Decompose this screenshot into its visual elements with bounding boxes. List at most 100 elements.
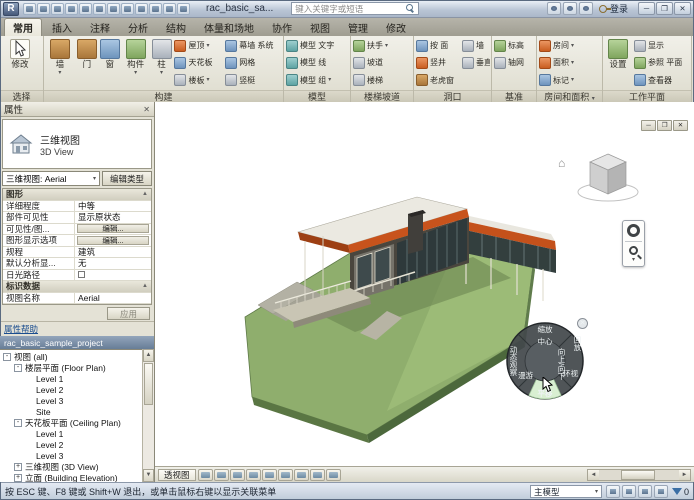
tag-icon[interactable] [121, 3, 134, 15]
wheel-walk-label[interactable]: 漫游 [518, 372, 533, 380]
collapse-icon[interactable]: ▲ [142, 283, 148, 289]
property-group-header[interactable]: 图形▲ [3, 189, 151, 201]
model-group-button[interactable]: 模型 组▾ [285, 72, 348, 88]
zoom-tool-button[interactable]: ▾ [624, 246, 643, 263]
tab-插入[interactable]: 插入 [44, 19, 80, 36]
panel-label-model[interactable]: 模型 [284, 90, 350, 102]
wall-button[interactable]: 墙 ▾ [45, 37, 75, 89]
property-row[interactable]: 默认分析显...无 [3, 258, 151, 270]
panel-label-opening[interactable]: 洞口 [414, 90, 491, 102]
model-line-button[interactable]: 模型 线 [285, 55, 348, 71]
shaft-opening-button[interactable]: 竖井 [415, 55, 460, 71]
scroll-left-icon[interactable]: ◄ [588, 470, 599, 480]
show-crop-region-icon[interactable] [294, 469, 309, 481]
ref-plane-button[interactable]: 参照 平面 [633, 55, 688, 71]
open-icon[interactable] [23, 3, 36, 15]
maximize-button[interactable]: ❐ [656, 2, 673, 15]
railing-button[interactable]: 扶手▾ [352, 38, 411, 54]
drawing-area[interactable]: ─❐✕ ⌂ ▾ [155, 102, 694, 482]
view-scale[interactable]: 透视图 [158, 469, 196, 481]
tree-expander-icon[interactable]: - [14, 419, 22, 427]
browser-scrollbar[interactable]: ▲ ▼ [142, 349, 154, 482]
tree-item[interactable]: Level 1 [0, 373, 154, 384]
help-icon[interactable] [579, 2, 593, 15]
panel-label-work-plane[interactable]: 工作平面 [603, 90, 691, 102]
sign-in-button[interactable]: 登录 [595, 2, 632, 15]
wheel-zoom-label[interactable]: 缩放 [538, 326, 553, 334]
section-icon[interactable] [149, 3, 162, 15]
tab-分析[interactable]: 分析 [120, 19, 156, 36]
tab-协作[interactable]: 协作 [264, 19, 300, 36]
scrollbar-thumb[interactable] [144, 363, 153, 405]
sun-path-icon[interactable] [230, 469, 245, 481]
floor-button[interactable]: 楼板▾ [173, 72, 223, 88]
stair-button[interactable]: 楼梯 [352, 72, 411, 88]
level-button[interactable]: 标高 [493, 38, 534, 54]
save-icon[interactable] [37, 3, 50, 15]
wheel-center-label[interactable]: 中心 [538, 338, 553, 346]
wall-opening-button[interactable]: 墙 [461, 38, 490, 54]
sun-path-checkbox[interactable] [78, 271, 85, 278]
hscroll-track[interactable] [599, 470, 679, 480]
tab-结构[interactable]: 结构 [158, 19, 194, 36]
tree-expander-icon[interactable]: + [14, 463, 22, 471]
property-row[interactable]: 图形显示选项编辑... [3, 235, 151, 247]
tree-item[interactable]: Level 2 [0, 384, 154, 395]
ramp-button[interactable]: 坡道 [352, 55, 411, 71]
tree-expander-icon[interactable]: - [14, 364, 22, 372]
tree-item[interactable]: -视图 (all) [0, 351, 154, 362]
property-value[interactable]: 编辑... [77, 224, 149, 233]
communication-center-icon[interactable] [547, 2, 561, 15]
close-button[interactable]: ✕ [674, 2, 691, 15]
tab-管理[interactable]: 管理 [340, 19, 376, 36]
sync-icon[interactable] [51, 3, 64, 15]
tree-item[interactable]: +立面 (Building Elevation) [0, 472, 154, 482]
vertical-opening-button[interactable]: 垂直 [461, 55, 490, 71]
column-button[interactable]: 柱 ▾ [151, 37, 173, 89]
panel-label-room-area[interactable]: 房间和面积 ▾ [537, 90, 602, 102]
properties-header[interactable]: 属性 ✕ [0, 102, 154, 117]
area-button[interactable]: 面积▾ [538, 55, 600, 71]
detail-level-icon[interactable] [198, 469, 213, 481]
wheel-close-icon[interactable]: ✕ [577, 318, 588, 329]
show-rendering-dialog-icon[interactable] [262, 469, 277, 481]
scroll-right-icon[interactable]: ► [679, 470, 690, 480]
minimize-button[interactable]: ─ [638, 2, 655, 15]
tree-item[interactable]: Level 1 [0, 428, 154, 439]
property-row[interactable]: 可见性/图...编辑... [3, 224, 151, 236]
property-value[interactable]: 显示原状态 [75, 212, 151, 223]
steering-wheel[interactable]: 缩放 中心 动态观察 回放 环视 漫游 向上/向下 平移 ✕ [505, 321, 585, 401]
selection-filter[interactable]: 0 [672, 487, 689, 497]
tree-item[interactable]: -天花板平面 (Ceiling Plan) [0, 417, 154, 428]
close-properties-icon[interactable]: ✕ [143, 105, 150, 114]
panel-label-datum[interactable]: 基准 [492, 90, 536, 102]
tree-item[interactable]: +三维视图 (3D View) [0, 461, 154, 472]
component-button[interactable]: 构件 ▾ [122, 37, 150, 89]
tab-视图[interactable]: 视图 [302, 19, 338, 36]
property-row[interactable]: 视图名称Aerial [3, 293, 151, 305]
room-button[interactable]: 房间▾ [538, 38, 600, 54]
exclude-options-icon[interactable] [638, 485, 652, 498]
tab-注释[interactable]: 注释 [82, 19, 118, 36]
home-icon[interactable]: ⌂ [558, 156, 565, 170]
model-text-button[interactable]: 模型 文字 [285, 38, 348, 54]
property-value[interactable]: 中等 [75, 201, 151, 212]
measure-icon[interactable] [107, 3, 120, 15]
undo-icon[interactable] [65, 3, 78, 15]
tree-expander-icon[interactable]: - [3, 353, 11, 361]
door-button[interactable]: 门 [76, 37, 98, 89]
type-selector[interactable]: 三维视图: Aerial ▾ [2, 171, 100, 186]
collapse-icon[interactable]: ▲ [142, 191, 148, 197]
property-value[interactable]: 无 [75, 258, 151, 269]
roof-button[interactable]: 屋顶▾ [173, 38, 223, 54]
property-value[interactable]: 编辑... [77, 236, 149, 245]
properties-help-link[interactable]: 属性帮助 [0, 321, 154, 336]
app-menu-icon[interactable]: R [3, 2, 19, 16]
property-value[interactable]: Aerial [75, 293, 151, 304]
panel-label-build[interactable]: 构建 [44, 90, 283, 102]
search-box[interactable]: 键入关键字或短语 [291, 2, 419, 15]
design-options-icon[interactable] [622, 485, 636, 498]
ceiling-button[interactable]: 天花板 [173, 55, 223, 71]
steering-wheel-button[interactable] [624, 224, 643, 237]
restore-view-button[interactable]: ❐ [657, 120, 672, 131]
